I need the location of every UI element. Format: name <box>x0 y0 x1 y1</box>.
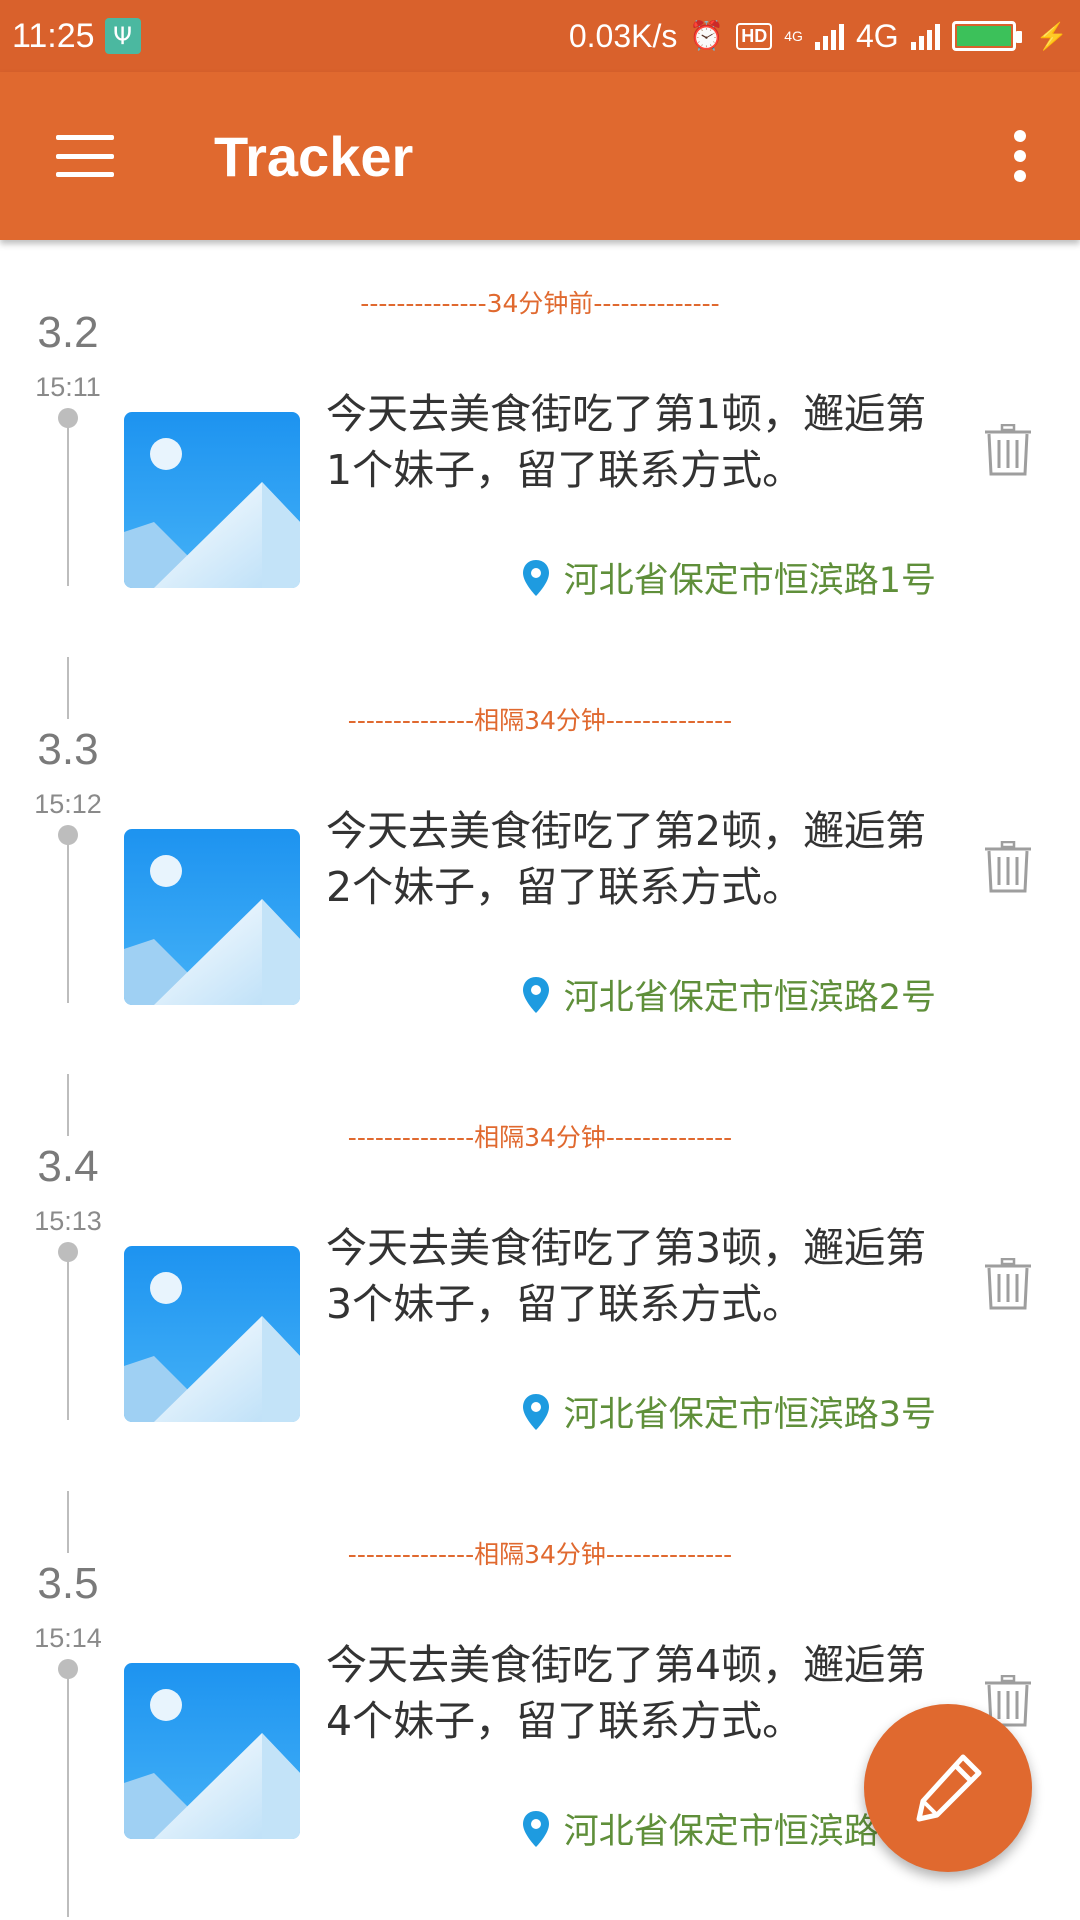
timeline-line <box>67 843 69 1003</box>
more-vert-icon[interactable] <box>1012 130 1028 182</box>
trash-icon[interactable] <box>984 424 1032 476</box>
small-4g-icon: 4G <box>784 28 803 44</box>
image-placeholder-icon[interactable] <box>124 1246 300 1422</box>
entry-date: 3.4 <box>37 1142 99 1191</box>
timeline-dot <box>58 1242 78 1262</box>
timeline-line <box>67 1260 69 1420</box>
location-label: 河北省保定市恒滨路1号 <box>563 561 936 601</box>
entry-date: 3.3 <box>37 725 99 774</box>
signal-icon-1 <box>814 22 844 50</box>
location-pin-icon <box>522 976 549 1013</box>
entry-date: 3.5 <box>37 1559 99 1608</box>
app-title: Tracker <box>214 124 414 188</box>
entry-location[interactable]: 河北省保定市恒滨路1号 <box>522 552 936 603</box>
entry-text: 今天去美食街吃了第4顿，邂逅第4个妹子，留了联系方式。 <box>326 1641 927 1745</box>
status-bar: 11:25 Ψ 0.03K/s ⏰ HD 4G 4G ⚡ <box>0 0 1080 72</box>
location-label: 河北省保定市恒滨路3号 <box>563 1395 936 1435</box>
timeline-line <box>67 426 69 586</box>
hd-icon: HD <box>736 22 773 50</box>
timeline-dot <box>58 825 78 845</box>
image-placeholder-icon[interactable] <box>124 829 300 1005</box>
location-pin-icon <box>522 559 549 596</box>
trash-icon[interactable] <box>984 841 1032 893</box>
image-placeholder-icon[interactable] <box>124 412 300 588</box>
entry-date: 3.2 <box>37 308 99 357</box>
timeline-list: --------------34分钟前-------------- 3.2 15… <box>0 240 1080 1917</box>
timeline-line <box>67 1677 69 1917</box>
battery-icon <box>951 21 1022 51</box>
entry-time: 15:11 <box>35 372 101 402</box>
charging-icon: ⚡ <box>1035 20 1068 51</box>
net-speed: 0.03K/s <box>568 17 678 54</box>
location-pin-icon <box>522 1393 549 1430</box>
timeline-entry: --------------相隔34分钟-------------- 3.3 1… <box>0 657 1080 1074</box>
location-label: 河北省保定市恒滨路2号 <box>563 978 936 1018</box>
timeline-entry: --------------相隔34分钟-------------- 3.4 1… <box>0 1074 1080 1491</box>
time-gap-divider: --------------相隔34分钟-------------- <box>347 1540 733 1569</box>
entry-text: 今天去美食街吃了第2顿，邂逅第2个妹子，留了联系方式。 <box>326 807 927 911</box>
status-icons: 0.03K/s ⏰ HD 4G 4G ⚡ <box>569 18 1068 55</box>
timeline-entry: --------------34分钟前-------------- 3.2 15… <box>0 240 1080 657</box>
location-pin-icon <box>522 1810 549 1847</box>
usb-icon: Ψ <box>104 18 141 54</box>
status-time: 11:25 <box>12 16 95 55</box>
timeline-dot <box>58 1659 78 1679</box>
compose-fab-button[interactable] <box>864 1704 1032 1872</box>
entry-text: 今天去美食街吃了第1顿，邂逅第1个妹子，留了联系方式。 <box>326 390 927 494</box>
battery-fill <box>956 26 1011 46</box>
menu-icon[interactable] <box>56 135 114 177</box>
entry-location[interactable]: 河北省保定市恒滨路2号 <box>522 969 936 1020</box>
time-gap-divider: --------------34分钟前-------------- <box>360 289 720 318</box>
entry-location[interactable]: 河北省保定市恒滨路3号 <box>522 1386 936 1437</box>
timeline-dot <box>58 408 78 428</box>
signal-icon-2 <box>910 22 940 50</box>
time-gap-divider: --------------相隔34分钟-------------- <box>347 706 733 735</box>
entry-time: 15:13 <box>34 1206 102 1236</box>
entry-time: 15:14 <box>34 1623 102 1653</box>
entry-time: 15:12 <box>34 789 102 819</box>
time-gap-divider: --------------相隔34分钟-------------- <box>347 1123 733 1152</box>
trash-icon[interactable] <box>984 1258 1032 1310</box>
entry-text: 今天去美食街吃了第3顿，邂逅第3个妹子，留了联系方式。 <box>326 1224 927 1328</box>
pencil-icon <box>916 1754 982 1822</box>
app-bar: Tracker <box>0 72 1080 240</box>
image-placeholder-icon[interactable] <box>124 1663 300 1839</box>
alarm-icon: ⏰ <box>689 20 725 51</box>
network-type: 4G <box>855 17 899 54</box>
